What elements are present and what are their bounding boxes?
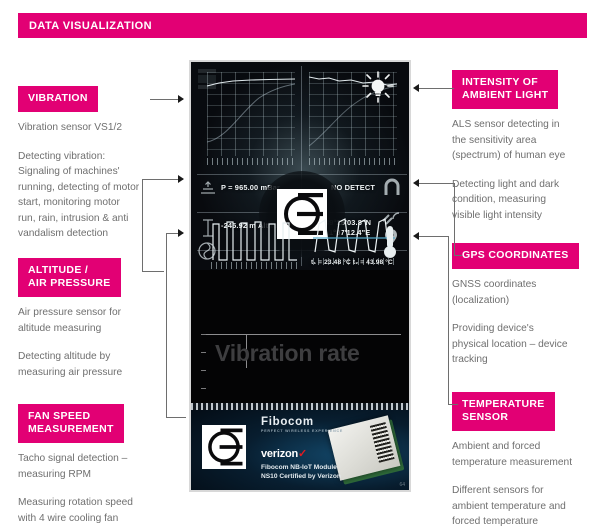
verizon-checkmark-icon: ✓ [297,448,307,460]
callout-fan-speed-tag: FAN SPEED MEASUREMENT [18,404,124,443]
readout-temperatures: t₁ = 23.48 °C t₂ = 43.98 °C [311,259,393,266]
callout-temperature: TEMPERATURE SENSOR Ambient and forced te… [452,392,602,530]
e-logo-icon-small [202,425,246,469]
connector-vibration-arrow [178,95,184,103]
waveform-ticks-left [211,262,297,269]
callout-fan-speed-tag-line2: MEASUREMENT [28,423,114,435]
connector-light [418,88,454,89]
connector-temp-arrow [413,232,419,240]
callout-vibration: VIBRATION Vibration sensor VS1/2 Detecti… [18,86,170,242]
magnet-icon [384,178,400,195]
header-banner: DATA VISUALIZATION [18,13,587,38]
infographic-page: DATA VISUALIZATION VIBRATION Vibration s… [0,0,605,530]
callout-altitude: ALTITUDE / AIR PRESSURE Air pressure sen… [18,258,170,380]
callout-gps-text-2: Providing device's physical location – d… [452,323,568,365]
connector-temp-h2 [448,404,458,405]
callout-vibration-text-1: Vibration sensor VS1/2 [18,122,123,133]
callout-altitude-tag-line2: AIR PRESSURE [28,277,111,289]
callout-temperature-tag: TEMPERATURE SENSOR [452,392,555,431]
callout-temperature-text-2: Different sensors for ambient temperatur… [452,485,566,527]
callout-gps-tag-line1: GPS COORDINATES [462,249,569,261]
connector-altitude-v [142,179,143,271]
connector-altitude-h1 [142,179,183,180]
board-connector-strip [191,403,409,410]
connector-gps-arrow [413,179,419,187]
light-bulb-icon [362,71,394,103]
connector-fan-arrow [178,229,184,237]
callout-altitude-text-1: Air pressure sensor for altitude measuri… [18,307,122,334]
callout-altitude-text-2: Detecting altitude by measuring air pres… [18,351,123,378]
chart-ticks-left [207,158,295,165]
pressure-icon [201,181,215,194]
connector-gps-v [454,183,455,255]
callout-vibration-tag: VIBRATION [18,86,98,112]
callout-gps-tag: GPS COORDINATES [452,243,579,269]
callout-temperature-tag-line2: SENSOR [462,411,509,423]
vibration-y-ticks [201,334,206,396]
callout-vibration-tag-line1: VIBRATION [28,92,88,104]
vibration-rate-panel: Vibration rate [191,270,409,407]
connector-light-arrow [413,84,419,92]
connector-temp-h1 [418,236,448,237]
fibocom-tagline: PERFECT WIRELESS EXPERIENCE [261,429,344,433]
fibocom-brand: Fibocom [261,416,314,428]
connector-fan-h2 [166,417,186,418]
callout-ambient-light: INTENSITY OF AMBIENT LIGHT ALS sensor de… [452,70,602,223]
callout-ambient-light-tag-line1: INTENSITY OF [462,76,538,88]
connector-temp-v [448,236,449,404]
board-caption: Fibocom NB-IoT Module NS10 Certified by … [261,464,341,480]
vibration-rate-title: Vibration rate [215,340,360,366]
e-logo-badge [202,425,246,469]
page-title: DATA VISUALIZATION [29,19,153,32]
callout-fan-speed-tag-line1: FAN SPEED [28,410,91,422]
callout-altitude-tag: ALTITUDE / AIR PRESSURE [18,258,121,297]
callout-gps: GPS COORDINATES GNSS coordinates (locali… [452,243,602,368]
callout-temperature-text-1: Ambient and forced temperature measureme… [452,441,573,468]
callout-gps-text-1: GNSS coordinates (localization) [452,279,537,306]
device-dashboard: P = 965.00 mBar -245.92 m Altitude NO DE… [191,62,409,270]
connector-gps-h2 [454,255,462,256]
verizon-logo: verizon✓ [261,447,307,460]
callout-ambient-light-text-2: Detecting light and dark condition, meas… [452,178,560,221]
connector-altitude-arrow [178,175,184,183]
chart-trace-left [207,78,295,143]
callout-fan-speed-text-1: Tacho signal detection – measuring RPM [18,453,128,480]
callout-altitude-tag-line1: ALTITUDE / [28,264,89,276]
callout-ambient-light-tag: INTENSITY OF AMBIENT LIGHT [452,70,559,109]
connector-gps-h1 [418,183,454,184]
callout-ambient-light-tag-line2: AMBIENT LIGHT [462,89,549,101]
thermometer-icon [384,226,396,258]
connector-altitude-h2 [142,271,164,272]
callout-fan-speed: FAN SPEED MEASUREMENT Tacho signal detec… [18,404,170,526]
device-mockup: P = 965.00 mBar -245.92 m Altitude NO DE… [189,60,411,492]
verizon-label: verizon [261,448,298,460]
callout-temperature-tag-line1: TEMPERATURE [462,398,545,410]
callout-fan-speed-text-2: Measuring rotation speed with 4 wire coo… [18,497,133,524]
vibration-axis-x [205,334,401,335]
module-board-image: Fibocom PERFECT WIRELESS EXPERIENCE veri… [191,403,409,490]
corner-number: 64 [399,482,405,488]
chart-ticks-right [309,158,397,165]
connector-fan-v [166,233,167,417]
callout-ambient-light-text-1: ALS sensor detecting in the sensitivity … [452,119,566,161]
callout-vibration-text-2: Detecting vibration: Signaling of machin… [18,150,140,240]
fan-icon [198,242,216,260]
waveform-left [212,221,297,261]
